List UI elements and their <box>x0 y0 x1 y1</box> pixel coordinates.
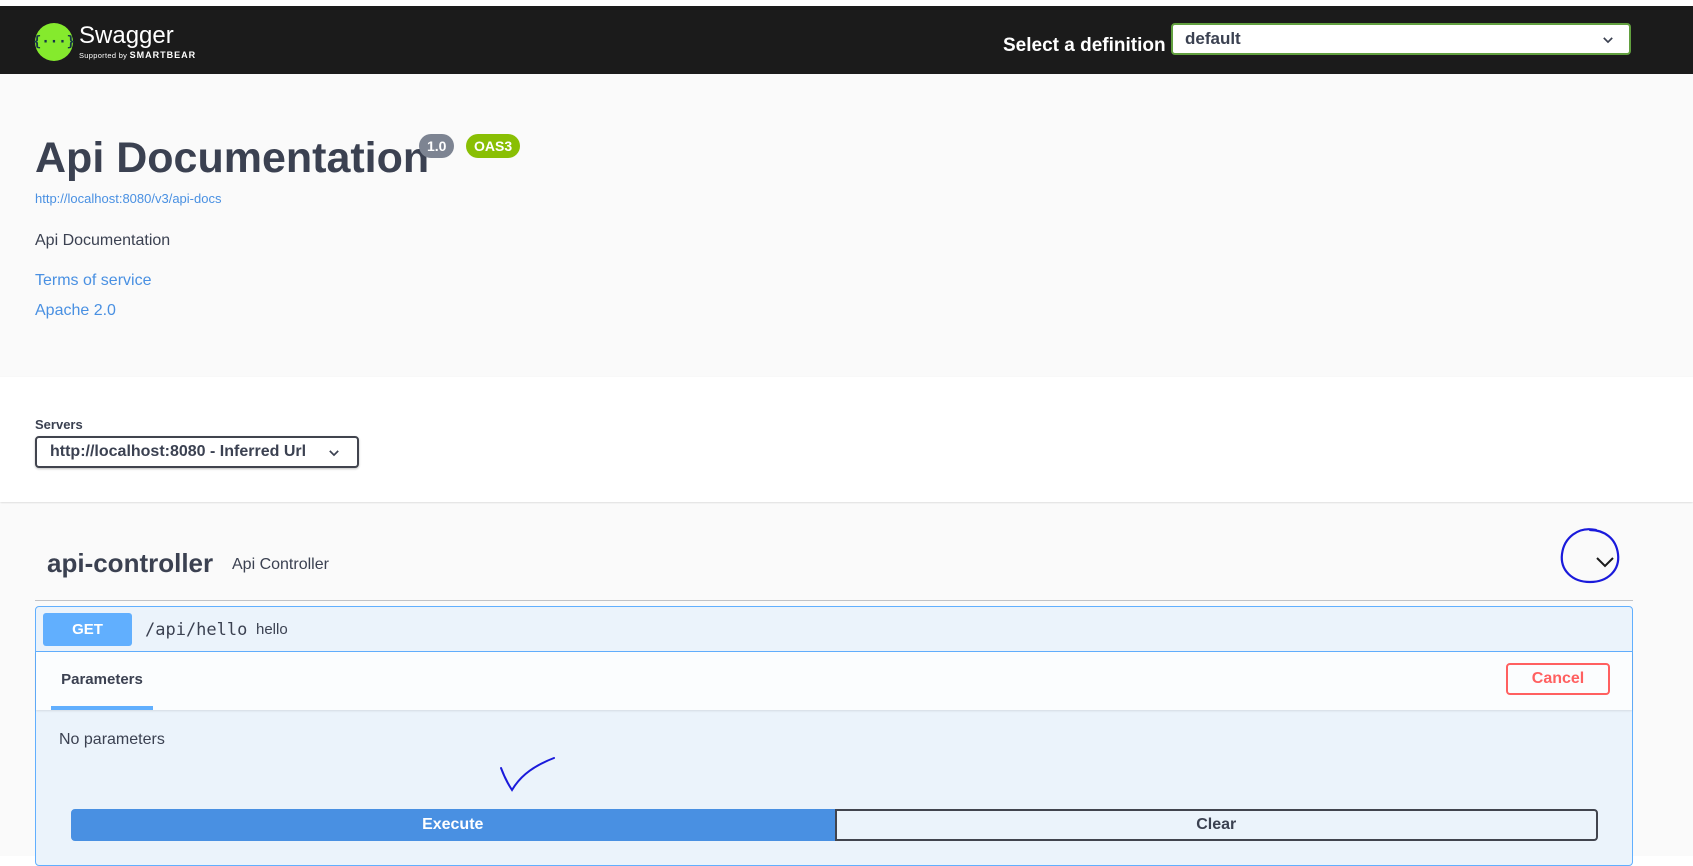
chevron-down-icon <box>329 450 339 457</box>
definition-label: Select a definition <box>1003 35 1166 56</box>
swagger-logo-icon: {···} <box>33 23 75 61</box>
method-badge: GET <box>43 613 132 646</box>
api-description: Api Documentation <box>35 232 171 249</box>
no-parameters-text: No parameters <box>59 731 165 748</box>
parameters-header: Parameters Cancel <box>36 652 1632 710</box>
chevron-down-icon <box>1603 37 1613 44</box>
operation-path: /api/hello <box>145 620 248 640</box>
tag-collapse-button[interactable] <box>1585 542 1625 582</box>
execute-wrapper: Execute Clear <box>71 809 1598 841</box>
definition-value: default <box>1185 29 1241 48</box>
operation-block-get: GET /api/hello hello Parameters Cancel N… <box>35 606 1633 866</box>
tag-header[interactable]: api-controller Api Controller <box>35 504 1633 601</box>
servers-label: Servers <box>35 417 83 432</box>
tab-parameters[interactable]: Parameters <box>51 652 153 710</box>
license-link[interactable]: Apache 2.0 <box>35 302 116 320</box>
operation-summary[interactable]: GET /api/hello hello <box>36 607 1632 652</box>
servers-section: Servers http://localhost:8080 - Inferred… <box>0 377 1693 502</box>
definition-select[interactable]: default <box>1171 23 1631 55</box>
logo-company: SMARTBEAR <box>129 50 197 60</box>
terms-of-service-link[interactable]: Terms of service <box>35 272 151 290</box>
servers-selected-value: http://localhost:8080 - Inferred Url <box>50 443 307 460</box>
info-section: Api Documentation 1.0 OAS3 http://localh… <box>0 74 1693 377</box>
cancel-button[interactable]: Cancel <box>1506 663 1610 695</box>
tag-name: api-controller <box>47 548 214 578</box>
tag-description: Api Controller <box>232 556 329 573</box>
api-docs-link[interactable]: http://localhost:8080/v3/api-docs <box>35 191 221 206</box>
oas-badge: OAS3 <box>466 134 521 158</box>
logo-supported-by: Supported by SMARTBEAR <box>79 50 197 60</box>
operations-section: api-controller Api Controller GET /api/h… <box>0 504 1693 866</box>
top-bar: {···} Swagger Supported by SMARTBEAR Sel… <box>0 6 1693 74</box>
logo-name: Swagger <box>79 22 174 49</box>
swagger-logo[interactable]: {···} Swagger Supported by SMARTBEAR <box>33 18 197 66</box>
execute-button[interactable]: Execute <box>71 809 835 841</box>
page-title: Api Documentation <box>35 134 430 182</box>
clear-button[interactable]: Clear <box>834 809 1598 841</box>
servers-select[interactable]: http://localhost:8080 - Inferred Url <box>35 436 359 468</box>
version-badge: 1.0 <box>419 134 455 158</box>
operation-summary-text: hello <box>256 621 288 638</box>
chevron-down-icon <box>1596 557 1614 568</box>
